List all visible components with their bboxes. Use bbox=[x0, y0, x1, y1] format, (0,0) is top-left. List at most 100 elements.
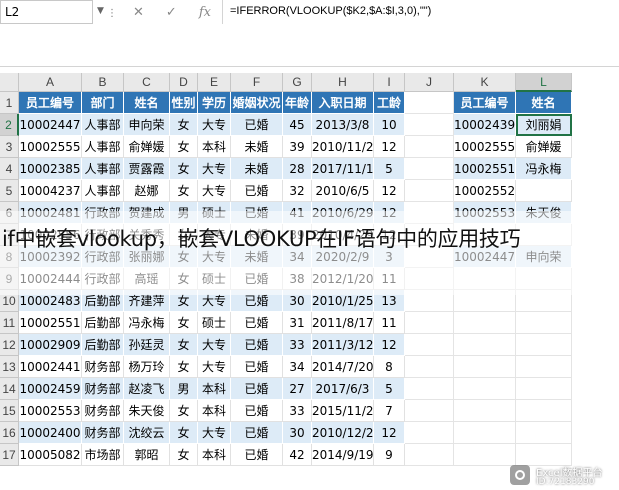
main-table-cell[interactable]: 2010/6/5 bbox=[312, 180, 374, 202]
main-table-cell[interactable]: 大专 bbox=[198, 422, 231, 444]
main-table-cell[interactable]: 本科 bbox=[198, 136, 231, 158]
column-header-d[interactable]: D bbox=[170, 73, 198, 92]
main-table-cell[interactable]: 大专 bbox=[198, 334, 231, 356]
main-table-cell[interactable]: 12 bbox=[374, 422, 405, 444]
main-table-cell[interactable]: 32 bbox=[283, 180, 312, 202]
lookup-name-cell[interactable] bbox=[516, 180, 572, 202]
main-table-cell[interactable]: 7 bbox=[374, 400, 405, 422]
blank-cell[interactable] bbox=[516, 400, 572, 422]
main-table-cell[interactable]: 2011/8/17 bbox=[312, 312, 374, 334]
main-table-cell[interactable]: 已婚 bbox=[231, 422, 283, 444]
main-table-cell[interactable]: 10002441 bbox=[19, 356, 82, 378]
main-table-cell[interactable]: 已婚 bbox=[231, 400, 283, 422]
main-table-cell[interactable]: 已婚 bbox=[231, 444, 283, 466]
main-table-cell[interactable]: 人事部 bbox=[82, 114, 124, 136]
blank-cell[interactable] bbox=[405, 92, 454, 114]
column-header-a[interactable]: A bbox=[19, 73, 82, 92]
main-table-cell[interactable]: 28 bbox=[283, 158, 312, 180]
main-table-cell[interactable]: 申向荣 bbox=[124, 114, 170, 136]
main-table-cell[interactable]: 俞婵媛 bbox=[124, 136, 170, 158]
main-table-cell[interactable]: 10002385 bbox=[19, 158, 82, 180]
main-table-cell[interactable]: 8 bbox=[374, 356, 405, 378]
column-header-h[interactable]: H bbox=[312, 73, 374, 92]
lookup-name-cell[interactable]: 刘丽娟 bbox=[516, 114, 572, 136]
main-table-cell[interactable]: 财务部 bbox=[82, 356, 124, 378]
column-header-k[interactable]: K bbox=[454, 73, 516, 92]
main-table-cell[interactable]: 郭昭 bbox=[124, 444, 170, 466]
main-table-cell[interactable]: 2017/11/10 bbox=[312, 158, 374, 180]
main-table-cell[interactable]: 女 bbox=[170, 158, 198, 180]
main-table-cell[interactable]: 2017/6/3 bbox=[312, 378, 374, 400]
cancel-icon[interactable]: ✕ bbox=[133, 5, 144, 20]
blank-cell[interactable] bbox=[405, 334, 454, 356]
main-table-cell[interactable]: 11 bbox=[374, 312, 405, 334]
blank-cell[interactable] bbox=[454, 378, 516, 400]
main-table-header-cell[interactable]: 部门 bbox=[82, 92, 124, 114]
main-table-cell[interactable]: 10002447 bbox=[19, 114, 82, 136]
blank-cell[interactable] bbox=[516, 334, 572, 356]
main-table-cell[interactable]: 女 bbox=[170, 334, 198, 356]
name-box-dropdown-icon[interactable]: ▼ bbox=[97, 6, 104, 16]
main-table-header-cell[interactable]: 学历 bbox=[198, 92, 231, 114]
main-table-cell[interactable]: 财务部 bbox=[82, 422, 124, 444]
main-table-cell[interactable]: 已婚 bbox=[231, 312, 283, 334]
main-table-header-cell[interactable]: 工龄 bbox=[374, 92, 405, 114]
main-table-cell[interactable]: 本科 bbox=[198, 378, 231, 400]
main-table-cell[interactable]: 女 bbox=[170, 180, 198, 202]
row-header-2[interactable]: 2 bbox=[0, 114, 19, 136]
blank-cell[interactable] bbox=[454, 422, 516, 444]
main-table-cell[interactable]: 27 bbox=[283, 378, 312, 400]
more-options-icon[interactable]: ⋮ bbox=[107, 8, 117, 19]
blank-cell[interactable] bbox=[454, 334, 516, 356]
main-table-cell[interactable]: 已婚 bbox=[231, 114, 283, 136]
blank-cell[interactable] bbox=[516, 422, 572, 444]
main-table-cell[interactable]: 大专 bbox=[198, 356, 231, 378]
column-header-j[interactable]: J bbox=[405, 73, 454, 92]
row-header-14[interactable]: 14 bbox=[0, 378, 19, 400]
main-table-cell[interactable]: 2013/3/8 bbox=[312, 114, 374, 136]
main-table-cell[interactable]: 33 bbox=[283, 334, 312, 356]
main-table-cell[interactable]: 人事部 bbox=[82, 180, 124, 202]
main-table-cell[interactable]: 45 bbox=[283, 114, 312, 136]
row-header-3[interactable]: 3 bbox=[0, 136, 19, 158]
main-table-cell[interactable]: 10002909 bbox=[19, 334, 82, 356]
lookup-name-cell[interactable]: 俞婵媛 bbox=[516, 136, 572, 158]
main-table-cell[interactable]: 未婚 bbox=[231, 158, 283, 180]
main-table-cell[interactable]: 10002459 bbox=[19, 378, 82, 400]
main-table-header-cell[interactable]: 年龄 bbox=[283, 92, 312, 114]
lookup-id-cell[interactable]: 10002555 bbox=[454, 136, 516, 158]
blank-cell[interactable] bbox=[454, 312, 516, 334]
main-table-cell[interactable]: 10005082 bbox=[19, 444, 82, 466]
column-header-e[interactable]: E bbox=[198, 73, 231, 92]
name-box[interactable]: L2 bbox=[0, 0, 93, 24]
main-table-cell[interactable]: 33 bbox=[283, 400, 312, 422]
main-table-cell[interactable]: 女 bbox=[170, 356, 198, 378]
blank-cell[interactable] bbox=[454, 400, 516, 422]
blank-cell[interactable] bbox=[454, 356, 516, 378]
main-table-cell[interactable]: 2011/3/12 bbox=[312, 334, 374, 356]
lookup-table-header-cell[interactable]: 姓名 bbox=[516, 92, 572, 114]
main-table-cell[interactable]: 34 bbox=[283, 356, 312, 378]
main-table-cell[interactable]: 2014/9/19 bbox=[312, 444, 374, 466]
main-table-cell[interactable]: 10002400 bbox=[19, 422, 82, 444]
main-table-cell[interactable]: 市场部 bbox=[82, 444, 124, 466]
row-header-16[interactable]: 16 bbox=[0, 422, 19, 444]
column-header-f[interactable]: F bbox=[231, 73, 283, 92]
main-table-cell[interactable]: 后勤部 bbox=[82, 334, 124, 356]
row-header-11[interactable]: 11 bbox=[0, 312, 19, 334]
main-table-cell[interactable]: 31 bbox=[283, 312, 312, 334]
column-header-b[interactable]: B bbox=[82, 73, 124, 92]
main-table-cell[interactable]: 大专 bbox=[198, 158, 231, 180]
main-table-cell[interactable]: 10002555 bbox=[19, 136, 82, 158]
blank-cell[interactable] bbox=[516, 356, 572, 378]
main-table-cell[interactable]: 2010/11/25 bbox=[312, 136, 374, 158]
row-header-1[interactable]: 1 bbox=[0, 92, 19, 114]
main-table-header-cell[interactable]: 员工编号 bbox=[19, 92, 82, 114]
main-table-cell[interactable]: 39 bbox=[283, 136, 312, 158]
main-table-cell[interactable]: 12 bbox=[374, 136, 405, 158]
main-table-cell[interactable]: 朱天俊 bbox=[124, 400, 170, 422]
main-table-cell[interactable]: 女 bbox=[170, 444, 198, 466]
main-table-cell[interactable]: 孙廷灵 bbox=[124, 334, 170, 356]
blank-cell[interactable] bbox=[405, 356, 454, 378]
blank-cell[interactable] bbox=[405, 378, 454, 400]
